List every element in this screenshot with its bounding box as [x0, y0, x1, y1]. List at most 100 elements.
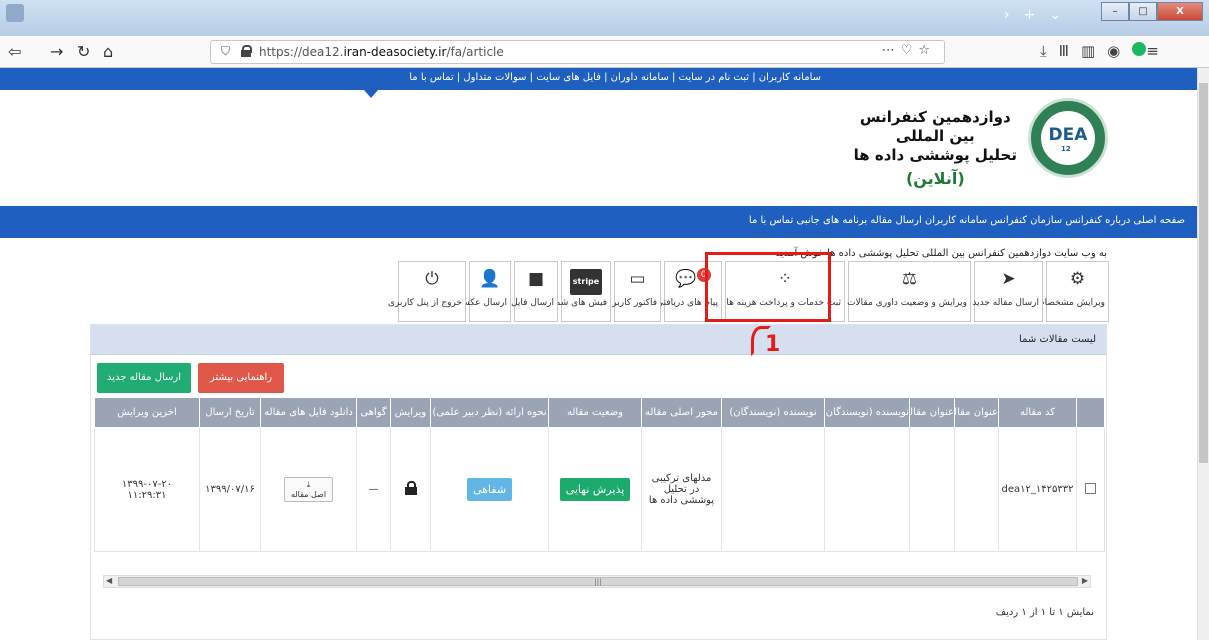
title-bar: ›+⌄ – □ X — [0, 0, 1209, 36]
maximize-button[interactable]: □ — [1129, 2, 1157, 21]
scroll-left-icon[interactable]: ◀ — [106, 576, 112, 585]
top-links-bar: سامانه کاربران | ثبت نام در سایت | سامان… — [0, 68, 1197, 90]
send-file-label: ارسال فایل — [511, 298, 554, 308]
tab-controls[interactable]: ›+⌄ — [1004, 7, 1075, 23]
header-title-2[interactable]: عنوان مقاله — [909, 397, 955, 428]
grammarly-icon[interactable] — [1132, 42, 1147, 56]
send-photo-button[interactable]: 👤 ارسال عکس — [458, 261, 511, 322]
header-last-edit[interactable]: اخرین ویرایش — [94, 397, 200, 428]
gear-icon: ⚙ — [1069, 269, 1086, 289]
top-links[interactable]: سامانه کاربران | ثبت نام در سایت | سامان… — [409, 72, 821, 83]
title-line-3: تحلیل پوششی داده ها — [853, 146, 1017, 164]
row-checkbox-cell — [1076, 427, 1105, 552]
send-photo-label: ارسال عکس — [458, 298, 507, 308]
welcome-text: به وب سایت دوازدهمین کنفرانس بین المللی … — [775, 248, 1107, 259]
web-page: سامانه کاربران | ثبت نام در سایت | سامان… — [0, 68, 1197, 640]
row-checkbox[interactable] — [1085, 482, 1096, 494]
messages-badge: 0 — [696, 268, 711, 282]
table-row: dea۱۲_۱۴۲۵۳۳۲ مدلهای ترکیبی در تحلیل پوش… — [94, 427, 1105, 552]
scroll-right-icon[interactable]: ▶ — [1082, 576, 1088, 585]
address-bar[interactable]: ⛉ https://dea12.iran-deasociety.ir/fa/ar… — [210, 40, 945, 64]
horizontal-scrollbar[interactable]: ◀ ||| ▶ — [103, 575, 1091, 588]
edit-cell — [390, 427, 431, 552]
spinner-icon: ⁘ — [777, 269, 793, 289]
presentation-cell: شفاهی — [430, 427, 549, 552]
panel-title: لیست مقالات شما — [1019, 334, 1096, 345]
header-checkbox[interactable] — [1076, 397, 1105, 428]
browser-tools: ⤓Ⅲ▥◉ ≡ — [1040, 42, 1171, 60]
header-code[interactable]: کد مقاله — [998, 397, 1077, 428]
file-icon: ■ — [527, 269, 545, 289]
header-certificate[interactable]: گواهی — [356, 397, 391, 428]
forward-icon[interactable]: → — [50, 42, 63, 61]
invoice-label: فاکتور کاربر — [612, 298, 657, 308]
header-axis[interactable]: محور اصلی مقاله — [641, 397, 722, 428]
sent-date: ۱۳۹۹/۰۷/۱۶ — [199, 427, 261, 552]
sidebar-icon[interactable]: ▥ — [1081, 42, 1107, 60]
invoice-button[interactable]: ▭ فاکتور کاربر — [612, 261, 661, 322]
download-paper-button[interactable]: ⤓ اصل مقاله — [283, 477, 334, 502]
stripe-logo: stripe — [569, 269, 603, 295]
conference-logo[interactable]: DEA 12 — [1028, 98, 1108, 178]
url-text[interactable]: https://dea12.iran-deasociety.ir/fa/arti… — [259, 45, 504, 59]
download-icon[interactable]: ⤓ — [1040, 42, 1059, 60]
header-presentation[interactable]: نحوه ارائه (نظر دبیر علمی) — [430, 397, 549, 428]
send-paper-label: ارسال مقاله جدید — [972, 298, 1039, 308]
menu-icon[interactable]: ≡ — [1146, 42, 1171, 60]
paper-plane-icon: ➤ — [1001, 269, 1016, 289]
logout-button[interactable]: ⏻ خروج از پنل کاربری — [388, 261, 466, 322]
services-payment-label: ثبت خدمات و پرداخت هزینه ها — [726, 298, 841, 308]
edit-profile-button[interactable]: ⚙ ویرایش مشخصات — [1036, 261, 1109, 322]
scrollbar-thumb[interactable] — [1199, 83, 1208, 463]
header-authors[interactable]: نویسنده (نویسندگان) — [824, 397, 910, 428]
paper-title-cell-2 — [909, 427, 955, 552]
conference-title: دوازدهمین کنفرانس بین المللی تحلیل پوششی… — [854, 108, 1017, 188]
minimize-button[interactable]: – — [1101, 2, 1129, 21]
horizontal-scroll-thumb[interactable]: ||| — [118, 577, 1078, 586]
papers-table: کد مقاله عنوان مقاله عنوان مقاله نویسنده… — [94, 397, 1105, 552]
last-edit-time: ۱۱:۲۹:۳۱ — [127, 489, 167, 501]
axis-line-3: پوششی داده ها — [648, 495, 715, 506]
user-toolbar: ⚙ ویرایش مشخصات ➤ ارسال مقاله جدید ⚖ ویر… — [388, 261, 1109, 322]
messages-button[interactable]: 0💬 پیام های دریافتی — [656, 261, 722, 322]
edit-status-label: ویرایش و وضعیت داوری مقالات — [847, 298, 967, 308]
main-nav-items[interactable]: صفحه اصلی درباره کنفرانس سازمان کنفرانس … — [749, 215, 1185, 226]
title-online: (آنلاین) — [905, 169, 965, 188]
logo-number: 12 — [1061, 145, 1071, 153]
back-icon[interactable]: ⇦ — [8, 42, 21, 61]
edit-status-button[interactable]: ⚖ ویرایش و وضعیت داوری مقالات — [847, 261, 971, 322]
page-actions[interactable]: ⋯♡☆ — [882, 43, 936, 58]
scale-icon: ⚖ — [901, 269, 918, 289]
download-label: اصل مقاله — [290, 490, 327, 499]
papers-panel: لیست مقالات شما راهنمایی بیشتر ارسال مقا… — [90, 324, 1107, 640]
browser-toolbar: ⇦ → ↻ ⌂ ⛉ https://dea12.iran-deasociety.… — [0, 36, 1209, 68]
help-button[interactable]: راهنمایی بیشتر — [198, 363, 284, 393]
header-title[interactable]: عنوان مقاله — [954, 397, 999, 428]
send-file-button[interactable]: ■ ارسال فایل — [511, 261, 558, 322]
receipts-button[interactable]: stripe فیش های شما — [552, 261, 611, 322]
close-button[interactable]: X — [1157, 2, 1203, 21]
vertical-scrollbar[interactable] — [1197, 68, 1209, 640]
account-icon[interactable]: ◉ — [1107, 42, 1132, 60]
services-payment-button[interactable]: ⁘ ثبت خدمات و پرداخت هزینه ها — [725, 261, 845, 322]
credit-card-icon: ▭ — [629, 269, 646, 289]
header-authors-2[interactable]: نویسنده (نویسندگان) — [721, 397, 825, 428]
certificate-cell: — — [356, 427, 391, 552]
header-edit[interactable]: ویرایش — [390, 397, 431, 428]
lock-icon[interactable] — [241, 45, 252, 57]
new-paper-button[interactable]: ارسال مقاله جدید — [97, 363, 191, 393]
browser-window: ›+⌄ – □ X ⇦ → ↻ ⌂ ⛉ https://dea12.iran-d… — [0, 0, 1209, 640]
header-sent-date[interactable]: تاریخ ارسال — [199, 397, 261, 428]
reload-icon[interactable]: ↻ — [77, 42, 90, 61]
send-paper-button[interactable]: ➤ ارسال مقاله جدید — [972, 261, 1043, 322]
panel-header: لیست مقالات شما — [91, 325, 1106, 355]
receipts-label: فیش های شما — [552, 298, 607, 308]
header-status[interactable]: وضعیت مقاله — [548, 397, 642, 428]
header-download[interactable]: دانلود فایل های مقاله — [260, 397, 357, 428]
home-icon[interactable]: ⌂ — [103, 42, 113, 61]
last-edit-cell: ۱۳۹۹-۰۷-۲۰ ۱۱:۲۹:۳۱ — [94, 427, 200, 552]
user-icon: 👤 — [479, 269, 501, 289]
title-line-1: دوازدهمین کنفرانس — [859, 108, 1011, 126]
shield-icon[interactable]: ⛉ — [221, 44, 230, 59]
library-icon[interactable]: Ⅲ — [1059, 42, 1081, 60]
